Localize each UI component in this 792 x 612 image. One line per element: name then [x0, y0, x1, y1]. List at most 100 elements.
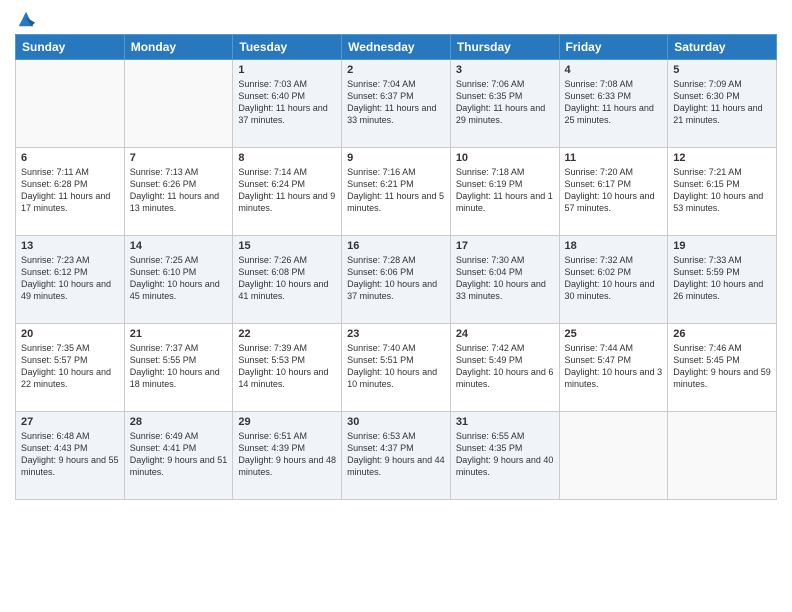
calendar-cell: 26 Sunrise: 7:46 AMSunset: 5:45 PMDayligh…: [668, 324, 777, 412]
calendar-cell: 5 Sunrise: 7:09 AMSunset: 6:30 PMDaylight…: [668, 60, 777, 148]
day-detail: Sunrise: 7:21 AMSunset: 6:15 PMDaylight:…: [673, 166, 771, 215]
day-number: 24: [456, 328, 554, 340]
day-number: 2: [347, 64, 445, 76]
day-detail: Sunrise: 7:35 AMSunset: 5:57 PMDaylight:…: [21, 342, 119, 391]
day-header-monday: Monday: [124, 35, 233, 60]
calendar-week-row: 27 Sunrise: 6:48 AMSunset: 4:43 PMDayligh…: [16, 412, 777, 500]
day-detail: Sunrise: 7:26 AMSunset: 6:08 PMDaylight:…: [238, 254, 336, 303]
day-detail: Sunrise: 7:30 AMSunset: 6:04 PMDaylight:…: [456, 254, 554, 303]
day-number: 1: [238, 64, 336, 76]
day-detail: Sunrise: 7:16 AMSunset: 6:21 PMDaylight:…: [347, 166, 445, 215]
calendar-cell: 29 Sunrise: 6:51 AMSunset: 4:39 PMDayligh…: [233, 412, 342, 500]
calendar-cell: 15 Sunrise: 7:26 AMSunset: 6:08 PMDayligh…: [233, 236, 342, 324]
calendar-cell: 18Sunrise: 7:32 AMSunset: 6:02 PMDayligh…: [559, 236, 668, 324]
day-number: 23: [347, 328, 445, 340]
day-detail: Sunrise: 7:28 AMSunset: 6:06 PMDaylight:…: [347, 254, 445, 303]
day-number: 28: [130, 416, 228, 428]
calendar-cell: 6 Sunrise: 7:11 AMSunset: 6:28 PMDaylight…: [16, 148, 125, 236]
day-detail: Sunrise: 7:11 AMSunset: 6:28 PMDaylight:…: [21, 166, 119, 215]
calendar-week-row: 1 Sunrise: 7:03 AMSunset: 6:40 PMDaylight…: [16, 60, 777, 148]
calendar-cell: 4 Sunrise: 7:08 AMSunset: 6:33 PMDaylight…: [559, 60, 668, 148]
day-detail: Sunrise: 6:55 AMSunset: 4:35 PMDaylight:…: [456, 430, 554, 479]
calendar-cell: [124, 60, 233, 148]
day-detail: Sunrise: 7:06 AMSunset: 6:35 PMDaylight:…: [456, 78, 554, 127]
day-detail: Sunrise: 7:04 AMSunset: 6:37 PMDaylight:…: [347, 78, 445, 127]
calendar-cell: 9 Sunrise: 7:16 AMSunset: 6:21 PMDaylight…: [342, 148, 451, 236]
calendar-cell: 7 Sunrise: 7:13 AMSunset: 6:26 PMDaylight…: [124, 148, 233, 236]
day-detail: Sunrise: 7:08 AMSunset: 6:33 PMDaylight:…: [565, 78, 663, 127]
day-detail: Sunrise: 6:48 AMSunset: 4:43 PMDaylight:…: [21, 430, 119, 479]
calendar-cell: 23 Sunrise: 7:40 AMSunset: 5:51 PMDayligh…: [342, 324, 451, 412]
day-number: 3: [456, 64, 554, 76]
day-header-saturday: Saturday: [668, 35, 777, 60]
day-number: 9: [347, 152, 445, 164]
calendar-cell: [16, 60, 125, 148]
calendar-cell: 24 Sunrise: 7:42 AMSunset: 5:49 PMDayligh…: [450, 324, 559, 412]
day-detail: Sunrise: 7:13 AMSunset: 6:26 PMDaylight:…: [130, 166, 228, 215]
day-number: 14: [130, 240, 228, 252]
day-number: 29: [238, 416, 336, 428]
day-detail: Sunrise: 7:09 AMSunset: 6:30 PMDaylight:…: [673, 78, 771, 127]
calendar-cell: 17 Sunrise: 7:30 AMSunset: 6:04 PMDayligh…: [450, 236, 559, 324]
day-number: 8: [238, 152, 336, 164]
day-number: 22: [238, 328, 336, 340]
day-number: 11: [565, 152, 663, 164]
header: [15, 10, 777, 28]
calendar-cell: 22 Sunrise: 7:39 AMSunset: 5:53 PMDayligh…: [233, 324, 342, 412]
day-number: 31: [456, 416, 554, 428]
day-detail: Sunrise: 7:40 AMSunset: 5:51 PMDaylight:…: [347, 342, 445, 391]
day-number: 25: [565, 328, 663, 340]
calendar-header-row: SundayMondayTuesdayWednesdayThursdayFrid…: [16, 35, 777, 60]
day-detail: Sunrise: 6:53 AMSunset: 4:37 PMDaylight:…: [347, 430, 445, 479]
day-number: 6: [21, 152, 119, 164]
calendar-cell: 27 Sunrise: 6:48 AMSunset: 4:43 PMDayligh…: [16, 412, 125, 500]
calendar: SundayMondayTuesdayWednesdayThursdayFrid…: [15, 34, 777, 500]
day-detail: Sunrise: 7:39 AMSunset: 5:53 PMDaylight:…: [238, 342, 336, 391]
calendar-cell: 30 Sunrise: 6:53 AMSunset: 4:37 PMDayligh…: [342, 412, 451, 500]
day-number: 15: [238, 240, 336, 252]
day-number: 5: [673, 64, 771, 76]
day-number: 13: [21, 240, 119, 252]
day-detail: Sunrise: 7:46 AMSunset: 5:45 PMDaylight:…: [673, 342, 771, 391]
calendar-cell: 14Sunrise: 7:25 AMSunset: 6:10 PMDayligh…: [124, 236, 233, 324]
day-detail: Sunrise: 7:20 AMSunset: 6:17 PMDaylight:…: [565, 166, 663, 215]
day-number: 18: [565, 240, 663, 252]
day-number: 17: [456, 240, 554, 252]
day-number: 20: [21, 328, 119, 340]
day-detail: Sunrise: 6:49 AMSunset: 4:41 PMDaylight:…: [130, 430, 228, 479]
day-number: 26: [673, 328, 771, 340]
day-number: 21: [130, 328, 228, 340]
calendar-week-row: 20 Sunrise: 7:35 AMSunset: 5:57 PMDayligh…: [16, 324, 777, 412]
day-detail: Sunrise: 7:37 AMSunset: 5:55 PMDaylight:…: [130, 342, 228, 391]
calendar-cell: 2 Sunrise: 7:04 AMSunset: 6:37 PMDaylight…: [342, 60, 451, 148]
calendar-cell: 12Sunrise: 7:21 AMSunset: 6:15 PMDayligh…: [668, 148, 777, 236]
day-detail: Sunrise: 7:42 AMSunset: 5:49 PMDaylight:…: [456, 342, 554, 391]
calendar-cell: 1 Sunrise: 7:03 AMSunset: 6:40 PMDaylight…: [233, 60, 342, 148]
calendar-cell: 10Sunrise: 7:18 AMSunset: 6:19 PMDayligh…: [450, 148, 559, 236]
day-detail: Sunrise: 7:03 AMSunset: 6:40 PMDaylight:…: [238, 78, 336, 127]
day-number: 16: [347, 240, 445, 252]
calendar-cell: 3 Sunrise: 7:06 AMSunset: 6:35 PMDaylight…: [450, 60, 559, 148]
day-detail: Sunrise: 7:44 AMSunset: 5:47 PMDaylight:…: [565, 342, 663, 391]
day-number: 27: [21, 416, 119, 428]
day-number: 4: [565, 64, 663, 76]
day-number: 10: [456, 152, 554, 164]
day-header-tuesday: Tuesday: [233, 35, 342, 60]
day-header-wednesday: Wednesday: [342, 35, 451, 60]
calendar-cell: 20 Sunrise: 7:35 AMSunset: 5:57 PMDayligh…: [16, 324, 125, 412]
calendar-cell: 16 Sunrise: 7:28 AMSunset: 6:06 PMDayligh…: [342, 236, 451, 324]
day-number: 19: [673, 240, 771, 252]
day-number: 30: [347, 416, 445, 428]
calendar-week-row: 6 Sunrise: 7:11 AMSunset: 6:28 PMDaylight…: [16, 148, 777, 236]
day-header-thursday: Thursday: [450, 35, 559, 60]
day-header-sunday: Sunday: [16, 35, 125, 60]
day-detail: Sunrise: 7:33 AMSunset: 5:59 PMDaylight:…: [673, 254, 771, 303]
calendar-cell: 28 Sunrise: 6:49 AMSunset: 4:41 PMDayligh…: [124, 412, 233, 500]
page: SundayMondayTuesdayWednesdayThursdayFrid…: [0, 0, 792, 612]
calendar-cell: 13Sunrise: 7:23 AMSunset: 6:12 PMDayligh…: [16, 236, 125, 324]
day-detail: Sunrise: 6:51 AMSunset: 4:39 PMDaylight:…: [238, 430, 336, 479]
day-header-friday: Friday: [559, 35, 668, 60]
logo-text: [15, 10, 35, 28]
calendar-cell: 8Sunrise: 7:14 AMSunset: 6:24 PMDaylight…: [233, 148, 342, 236]
day-number: 7: [130, 152, 228, 164]
